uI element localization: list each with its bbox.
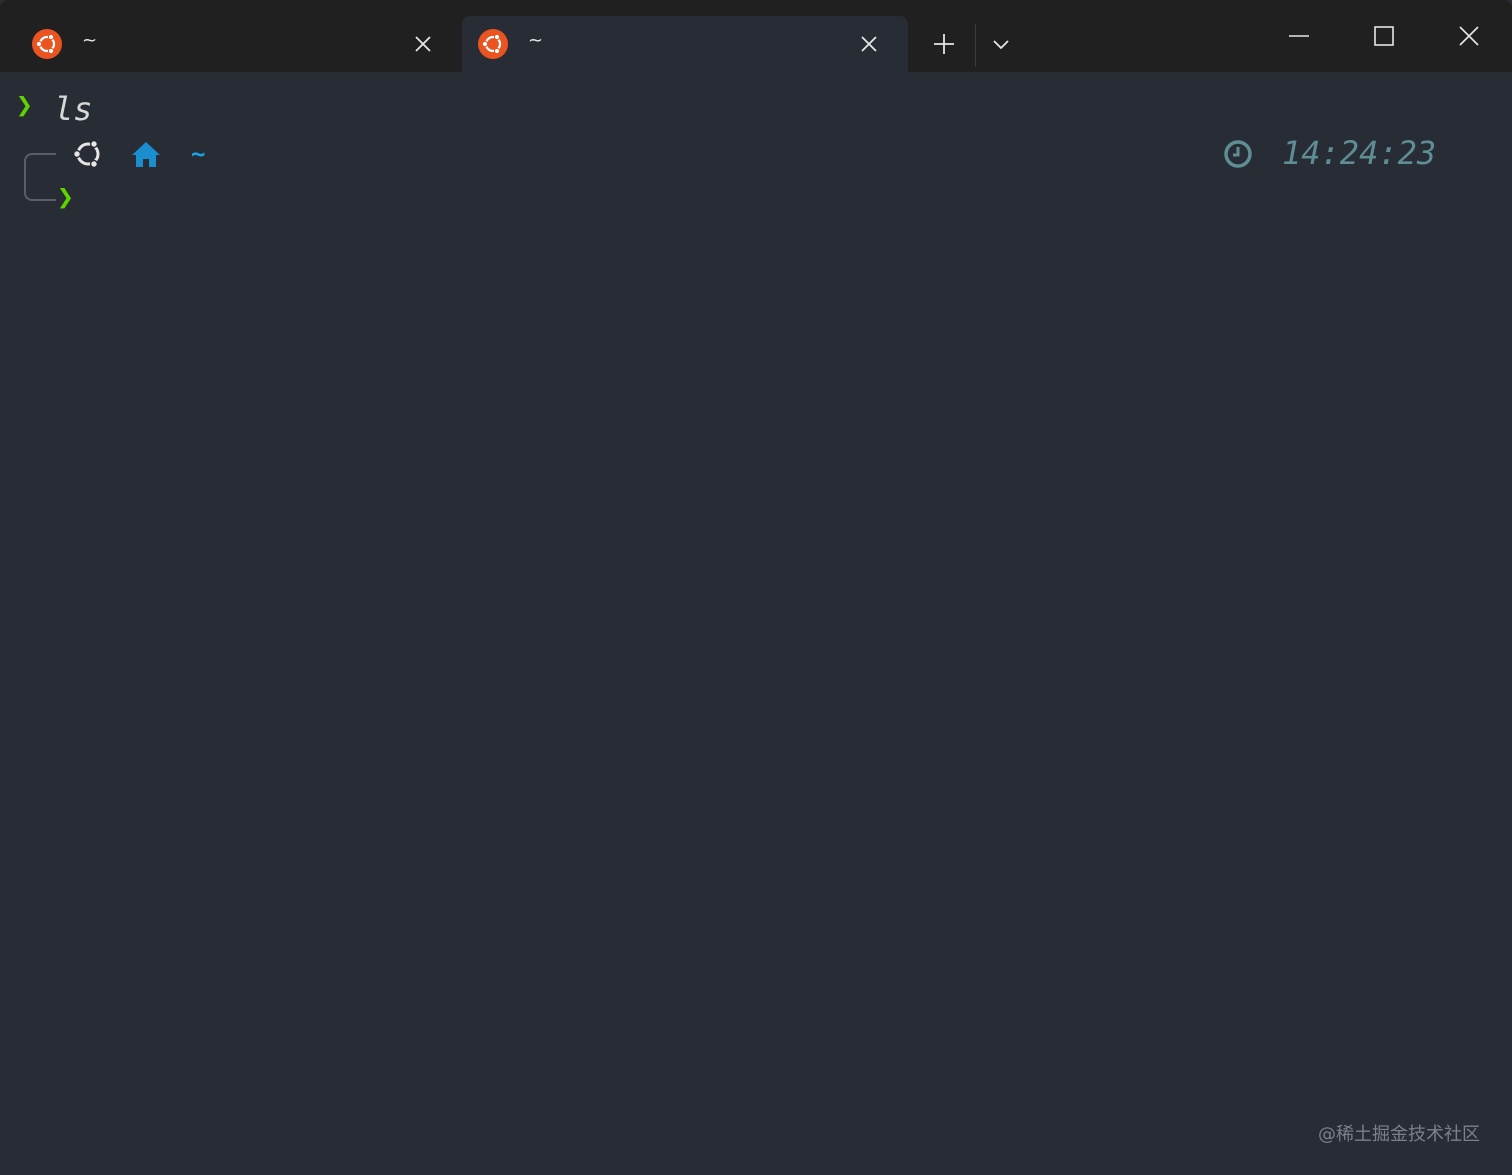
clock-icon (1224, 140, 1252, 168)
prompt-chevron: ❯ (16, 88, 33, 121)
close-window-icon[interactable] (1449, 16, 1489, 56)
tab-1[interactable]: ~ (16, 16, 446, 72)
prompt-time: 14:24:23 (1282, 134, 1437, 172)
prompt-chevron: ❯ (57, 180, 74, 213)
terminal-content[interactable]: ❯ ls ~ ❯ 14:24:23 @稀土掘金技术社区 (0, 72, 1512, 1175)
new-tab-plus-icon[interactable] (924, 28, 964, 60)
home-icon (132, 142, 160, 167)
maximize-icon[interactable] (1364, 16, 1404, 56)
titlebar-divider (975, 24, 976, 66)
ubuntu-icon (72, 139, 100, 169)
current-path: ~ (191, 140, 206, 168)
ubuntu-icon (32, 29, 62, 59)
tab-title: ~ (528, 30, 544, 51)
prompt-bracket (24, 153, 56, 201)
title-bar: ~ ~ (0, 0, 1512, 72)
ubuntu-icon (478, 29, 508, 59)
close-tab-icon[interactable] (859, 34, 879, 54)
terminal-window: ~ ~ ❯ ls ~ ❯ 14:24:23 @稀土掘金技术社区 (0, 0, 1512, 1175)
watermark: @稀土掘金技术社区 (1318, 1124, 1480, 1145)
command-text: ls (54, 90, 93, 128)
tab-title: ~ (82, 30, 98, 51)
minimize-icon[interactable] (1279, 16, 1319, 56)
tab-2[interactable]: ~ (462, 16, 908, 72)
chevron-down-icon[interactable] (984, 28, 1018, 60)
close-tab-icon[interactable] (413, 34, 433, 54)
